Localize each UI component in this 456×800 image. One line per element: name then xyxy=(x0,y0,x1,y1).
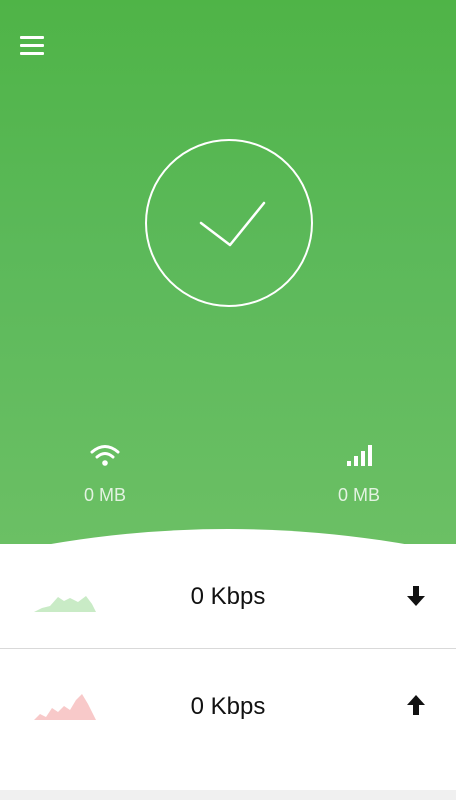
wifi-icon xyxy=(90,445,120,466)
download-speed-row: 0 Kbps xyxy=(0,544,456,648)
arrow-down-icon xyxy=(407,586,425,606)
upload-graph-icon xyxy=(34,694,96,720)
upload-speed-row: 0 Kbps xyxy=(0,650,456,754)
wifi-usage-value: 0 MB xyxy=(83,485,126,505)
arrow-up-icon xyxy=(407,695,425,715)
hamburger-menu-icon[interactable] xyxy=(20,36,46,56)
mobile-data-value: 0 MB xyxy=(337,485,380,505)
bottom-bar xyxy=(0,790,456,800)
upload-speed-value: 0 Kbps xyxy=(190,693,266,720)
connection-status-circle xyxy=(145,139,313,307)
wifi-usage: 0 MB xyxy=(45,443,165,506)
header-panel: 0 MB 0 MB xyxy=(0,0,456,560)
mobile-data-usage: 0 MB xyxy=(299,443,419,506)
checkmark-icon xyxy=(199,201,266,247)
download-speed-value: 0 Kbps xyxy=(190,583,266,610)
signal-bars-icon xyxy=(347,445,372,466)
download-graph-icon xyxy=(34,596,96,612)
row-divider xyxy=(0,648,456,649)
